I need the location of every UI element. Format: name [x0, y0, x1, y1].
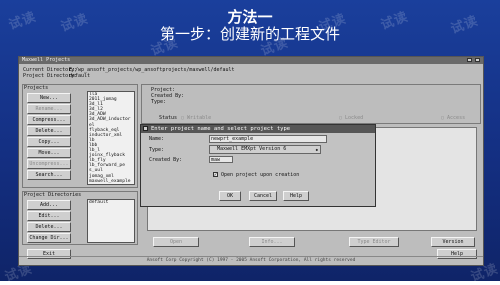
projects-group-label: Projects	[24, 85, 49, 91]
current-directory-value: E:/wp_ansoft_projects/wp_ansoftprojects/…	[69, 67, 235, 73]
project-directories-label: Project Directories	[24, 192, 82, 198]
writable-checkbox[interactable]: ▢ Writable	[181, 115, 211, 121]
project-directory-value: default	[69, 73, 91, 79]
dropdown-icon: ◆	[315, 147, 318, 152]
delete-directory-button[interactable]: Delete...	[27, 222, 71, 232]
open-upon-creation-checkbox[interactable]: ✓	[213, 172, 218, 178]
list-item[interactable]: 3d_ADW_inductor	[88, 117, 134, 122]
maximize-button[interactable]	[475, 58, 480, 62]
new-project-dialog: Enter project name and select project ty…	[140, 124, 376, 207]
name-label: Name:	[149, 136, 165, 142]
project-type-select[interactable]: Maxwell EMXpt Version 6 ◆	[209, 145, 321, 154]
project-name-input[interactable]: newprt_example	[209, 135, 327, 143]
rename-project-button[interactable]: Rename...	[27, 104, 71, 114]
list-item[interactable]: default	[88, 200, 134, 205]
cancel-button[interactable]: Cancel	[249, 191, 277, 201]
created-by-input[interactable]: maw	[209, 156, 233, 163]
add-directory-button[interactable]: Add...	[27, 200, 71, 210]
directory-list[interactable]: default	[87, 199, 135, 243]
type-label: Type:	[149, 147, 165, 153]
ok-button[interactable]: OK	[219, 191, 241, 201]
status-label: Status	[159, 115, 178, 121]
move-project-button[interactable]: Move...	[27, 148, 71, 158]
info-button[interactable]: Info...	[249, 237, 295, 247]
open-upon-creation-label: Open project upon creation	[221, 172, 300, 178]
locked-checkbox[interactable]: ▢ Locked	[339, 115, 363, 121]
edit-directory-button[interactable]: Edit...	[27, 211, 71, 221]
search-project-button[interactable]: Search...	[27, 170, 71, 180]
access-checkbox[interactable]: ▢ Access	[441, 115, 465, 121]
copy-project-button[interactable]: Copy...	[27, 137, 71, 147]
new-project-button[interactable]: New...	[27, 93, 71, 103]
delete-project-button[interactable]: Delete...	[27, 126, 71, 136]
project-list[interactable]: lla 2011_jomag 3d_l1 3d_l2 3d_ADW 3d_ADW…	[87, 91, 135, 185]
dialog-title: Enter project name and select project ty…	[141, 125, 375, 133]
window-title: Maxwell Projects	[19, 57, 483, 64]
version-button[interactable]: Version	[431, 237, 475, 247]
open-button[interactable]: Open	[153, 237, 199, 247]
type-editor-button[interactable]: Type Editor	[349, 237, 399, 247]
type-label: Type:	[151, 99, 167, 105]
change-directory-button[interactable]: Change Dir...	[27, 233, 71, 243]
uncompress-project-button[interactable]: Uncompress...	[27, 159, 71, 169]
compress-project-button[interactable]: Compress...	[27, 115, 71, 125]
list-item[interactable]: maxwell_example	[88, 179, 134, 184]
status-bar: Ansoft Corp Copyright (C) 1997 - 2005 An…	[19, 256, 483, 265]
slide-subtitle: 第一步：创建新的工程文件	[159, 25, 340, 43]
created-by-label: Created By:	[149, 157, 183, 163]
minimize-button[interactable]	[467, 58, 472, 62]
dialog-help-button[interactable]: Help	[283, 191, 309, 201]
dialog-menu-icon[interactable]	[143, 126, 148, 131]
